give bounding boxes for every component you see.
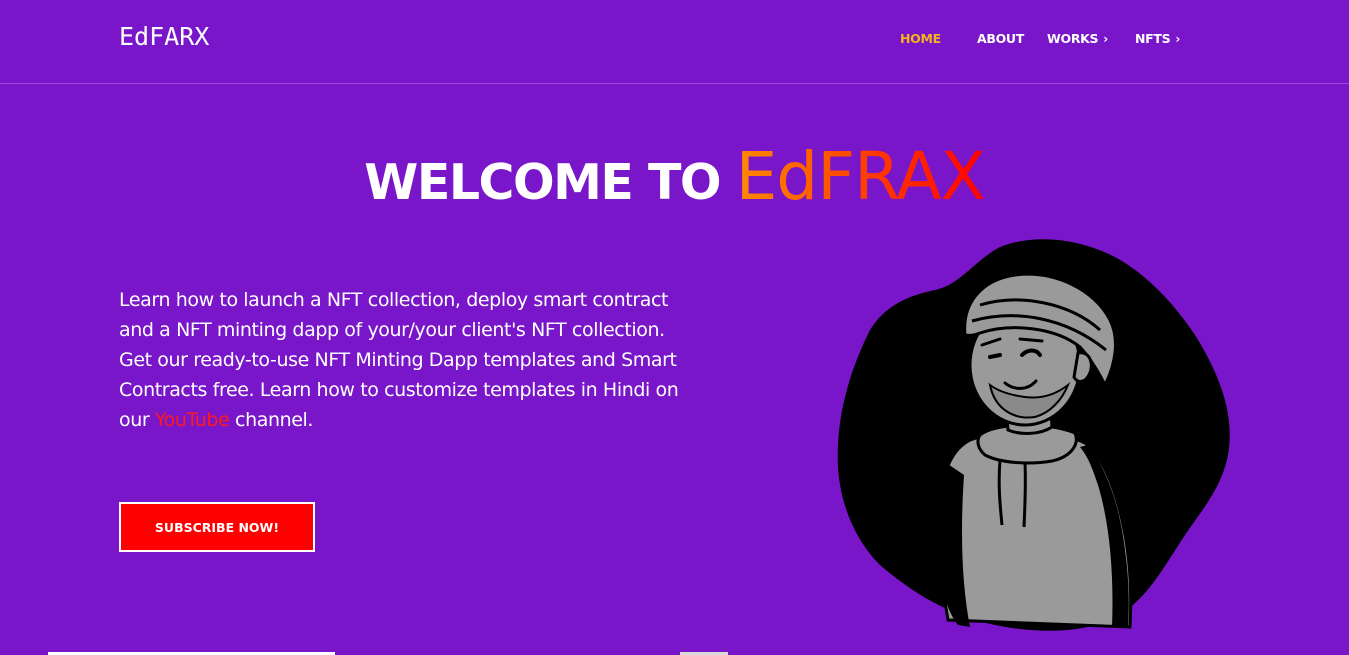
nft-avatar-illustration <box>837 239 1230 631</box>
page: EdFARX HOME ABOUT WORKS › NFTS › WELCOME T… <box>0 0 1349 655</box>
eyebrow-right <box>1018 337 1044 343</box>
drawstring-right <box>1022 462 1027 528</box>
nav-home-label: HOME <box>900 31 941 46</box>
nav-about[interactable]: ABOUT <box>977 31 1024 46</box>
hero-title: WELCOME TO EdFRAX <box>0 138 1349 215</box>
subscribe-button[interactable]: SUBSCRIBE NOW! <box>119 502 315 552</box>
site-header: EdFARX HOME ABOUT WORKS › NFTS › <box>0 0 1349 84</box>
hero-title-brand: EdFRAX <box>735 138 986 215</box>
chevron-right-icon: › <box>1103 32 1108 46</box>
eye-left <box>988 353 1002 359</box>
nav-works-label: WORKS <box>1047 31 1099 46</box>
hero-title-prefix: WELCOME TO <box>364 154 736 211</box>
ear <box>1072 351 1093 383</box>
youtube-link[interactable]: YouTube <box>155 409 230 431</box>
chevron-right-icon: › <box>1175 32 1180 46</box>
main-nav: HOME ABOUT WORKS › NFTS › <box>0 31 1349 49</box>
nav-works[interactable]: WORKS › <box>1047 31 1108 46</box>
nav-home[interactable]: HOME <box>900 31 941 46</box>
nav-nfts[interactable]: NFTS › <box>1135 31 1180 46</box>
hero-description-end: channel. <box>229 409 314 431</box>
hero-description: Learn how to launch a NFT collection, de… <box>119 285 679 435</box>
nav-nfts-label: NFTS <box>1135 31 1171 46</box>
nav-about-label: ABOUT <box>977 31 1025 46</box>
